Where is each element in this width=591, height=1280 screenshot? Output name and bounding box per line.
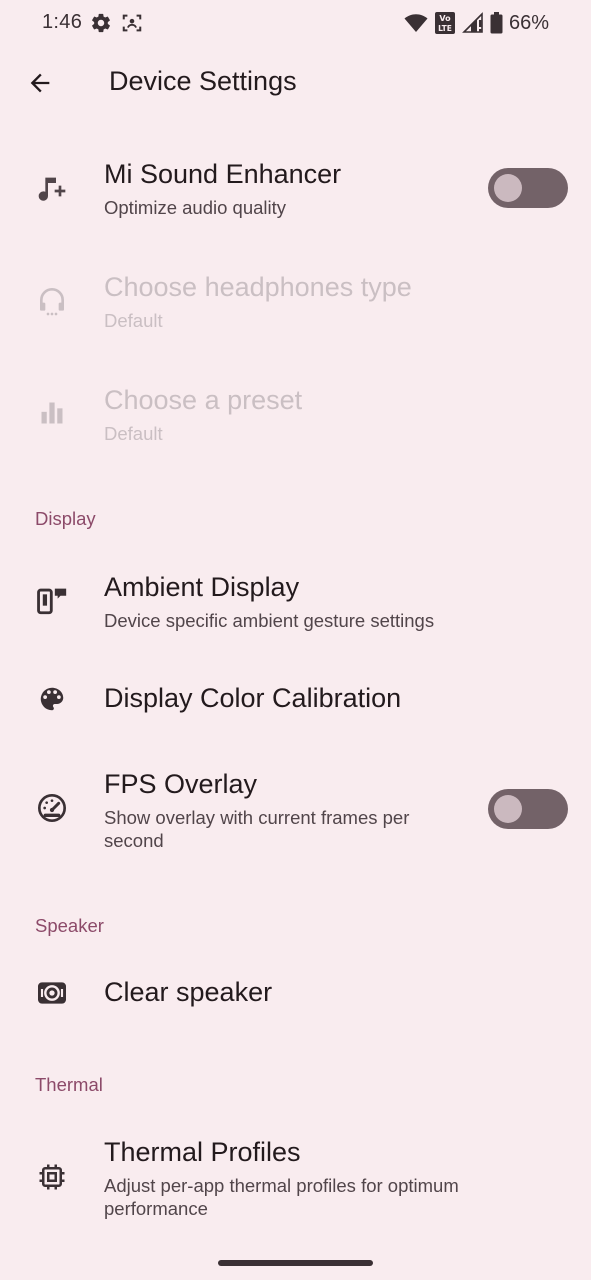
- palette-icon: [35, 682, 69, 716]
- switch-thumb: [494, 174, 522, 202]
- ambient-display-icon: [35, 583, 69, 617]
- headphones-icon: [35, 283, 69, 317]
- arrow-back-icon: [30, 73, 50, 93]
- pref-title: Ambient Display: [104, 572, 300, 602]
- chip-icon: [35, 1160, 69, 1194]
- status-time: 1:46: [42, 11, 83, 33]
- pref-title: Choose headphones type: [104, 272, 412, 302]
- pref-title: Clear speaker: [104, 977, 273, 1007]
- face-scan-icon: [121, 12, 143, 34]
- signal-icon: [462, 12, 484, 34]
- page-title: Device Settings: [109, 66, 297, 96]
- volte-icon: Vo LTE: [434, 11, 456, 35]
- category-display: Display: [35, 508, 96, 529]
- pref-title: Choose a preset: [104, 385, 303, 415]
- pref-thermal-profiles[interactable]: Thermal Profiles Adjust per-app thermal …: [0, 1118, 591, 1238]
- pref-summary: Optimize audio quality: [104, 197, 287, 218]
- pref-title: Display Color Calibration: [104, 683, 402, 713]
- pref-title: Thermal Profiles: [104, 1137, 301, 1167]
- status-bar: 1:46 Vo LTE 66%: [0, 0, 591, 46]
- pref-choose-preset[interactable]: Choose a preset Default: [0, 366, 591, 466]
- pref-headphones-type[interactable]: Choose headphones type Default: [0, 253, 591, 353]
- pref-summary: Default: [104, 423, 163, 444]
- speedometer-icon: [35, 791, 69, 825]
- battery-percent: 66%: [508, 11, 549, 34]
- back-button[interactable]: [16, 59, 64, 107]
- volte-bottom-text: LTE: [438, 24, 452, 33]
- speaker-icon: [35, 976, 69, 1010]
- status-icons: Vo LTE 66%: [404, 10, 549, 36]
- pref-clear-speaker[interactable]: Clear speaker: [0, 960, 591, 1030]
- app-bar: Device Settings: [0, 46, 591, 120]
- category-speaker: Speaker: [35, 915, 104, 936]
- equalizer-icon: [35, 396, 69, 430]
- wifi-icon: [404, 12, 428, 34]
- pref-display-color-calibration[interactable]: Display Color Calibration: [0, 666, 591, 736]
- pref-ambient-display[interactable]: Ambient Display Device specific ambient …: [0, 553, 591, 653]
- gesture-nav-handle[interactable]: [218, 1260, 373, 1266]
- pref-fps-overlay[interactable]: FPS Overlay Show overlay with current fr…: [0, 750, 591, 870]
- sound-enhancer-switch[interactable]: [488, 168, 568, 208]
- gear-icon: [90, 12, 112, 34]
- pref-title: FPS Overlay: [104, 769, 258, 799]
- pref-sound-enhancer[interactable]: Mi Sound Enhancer Optimize audio quality: [0, 140, 591, 240]
- music-note-add-icon: [35, 170, 69, 204]
- battery-icon: [490, 12, 503, 34]
- category-thermal: Thermal: [35, 1074, 103, 1095]
- pref-summary: Show overlay with current frames per sec…: [104, 807, 410, 851]
- fps-overlay-switch[interactable]: [488, 789, 568, 829]
- switch-thumb: [494, 795, 522, 823]
- pref-summary: Default: [104, 310, 163, 331]
- pref-title: Mi Sound Enhancer: [104, 159, 342, 189]
- pref-summary: Device specific ambient gesture settings: [104, 610, 435, 631]
- volte-top-text: Vo: [439, 14, 451, 23]
- pref-summary: Adjust per-app thermal profiles for opti…: [104, 1175, 459, 1219]
